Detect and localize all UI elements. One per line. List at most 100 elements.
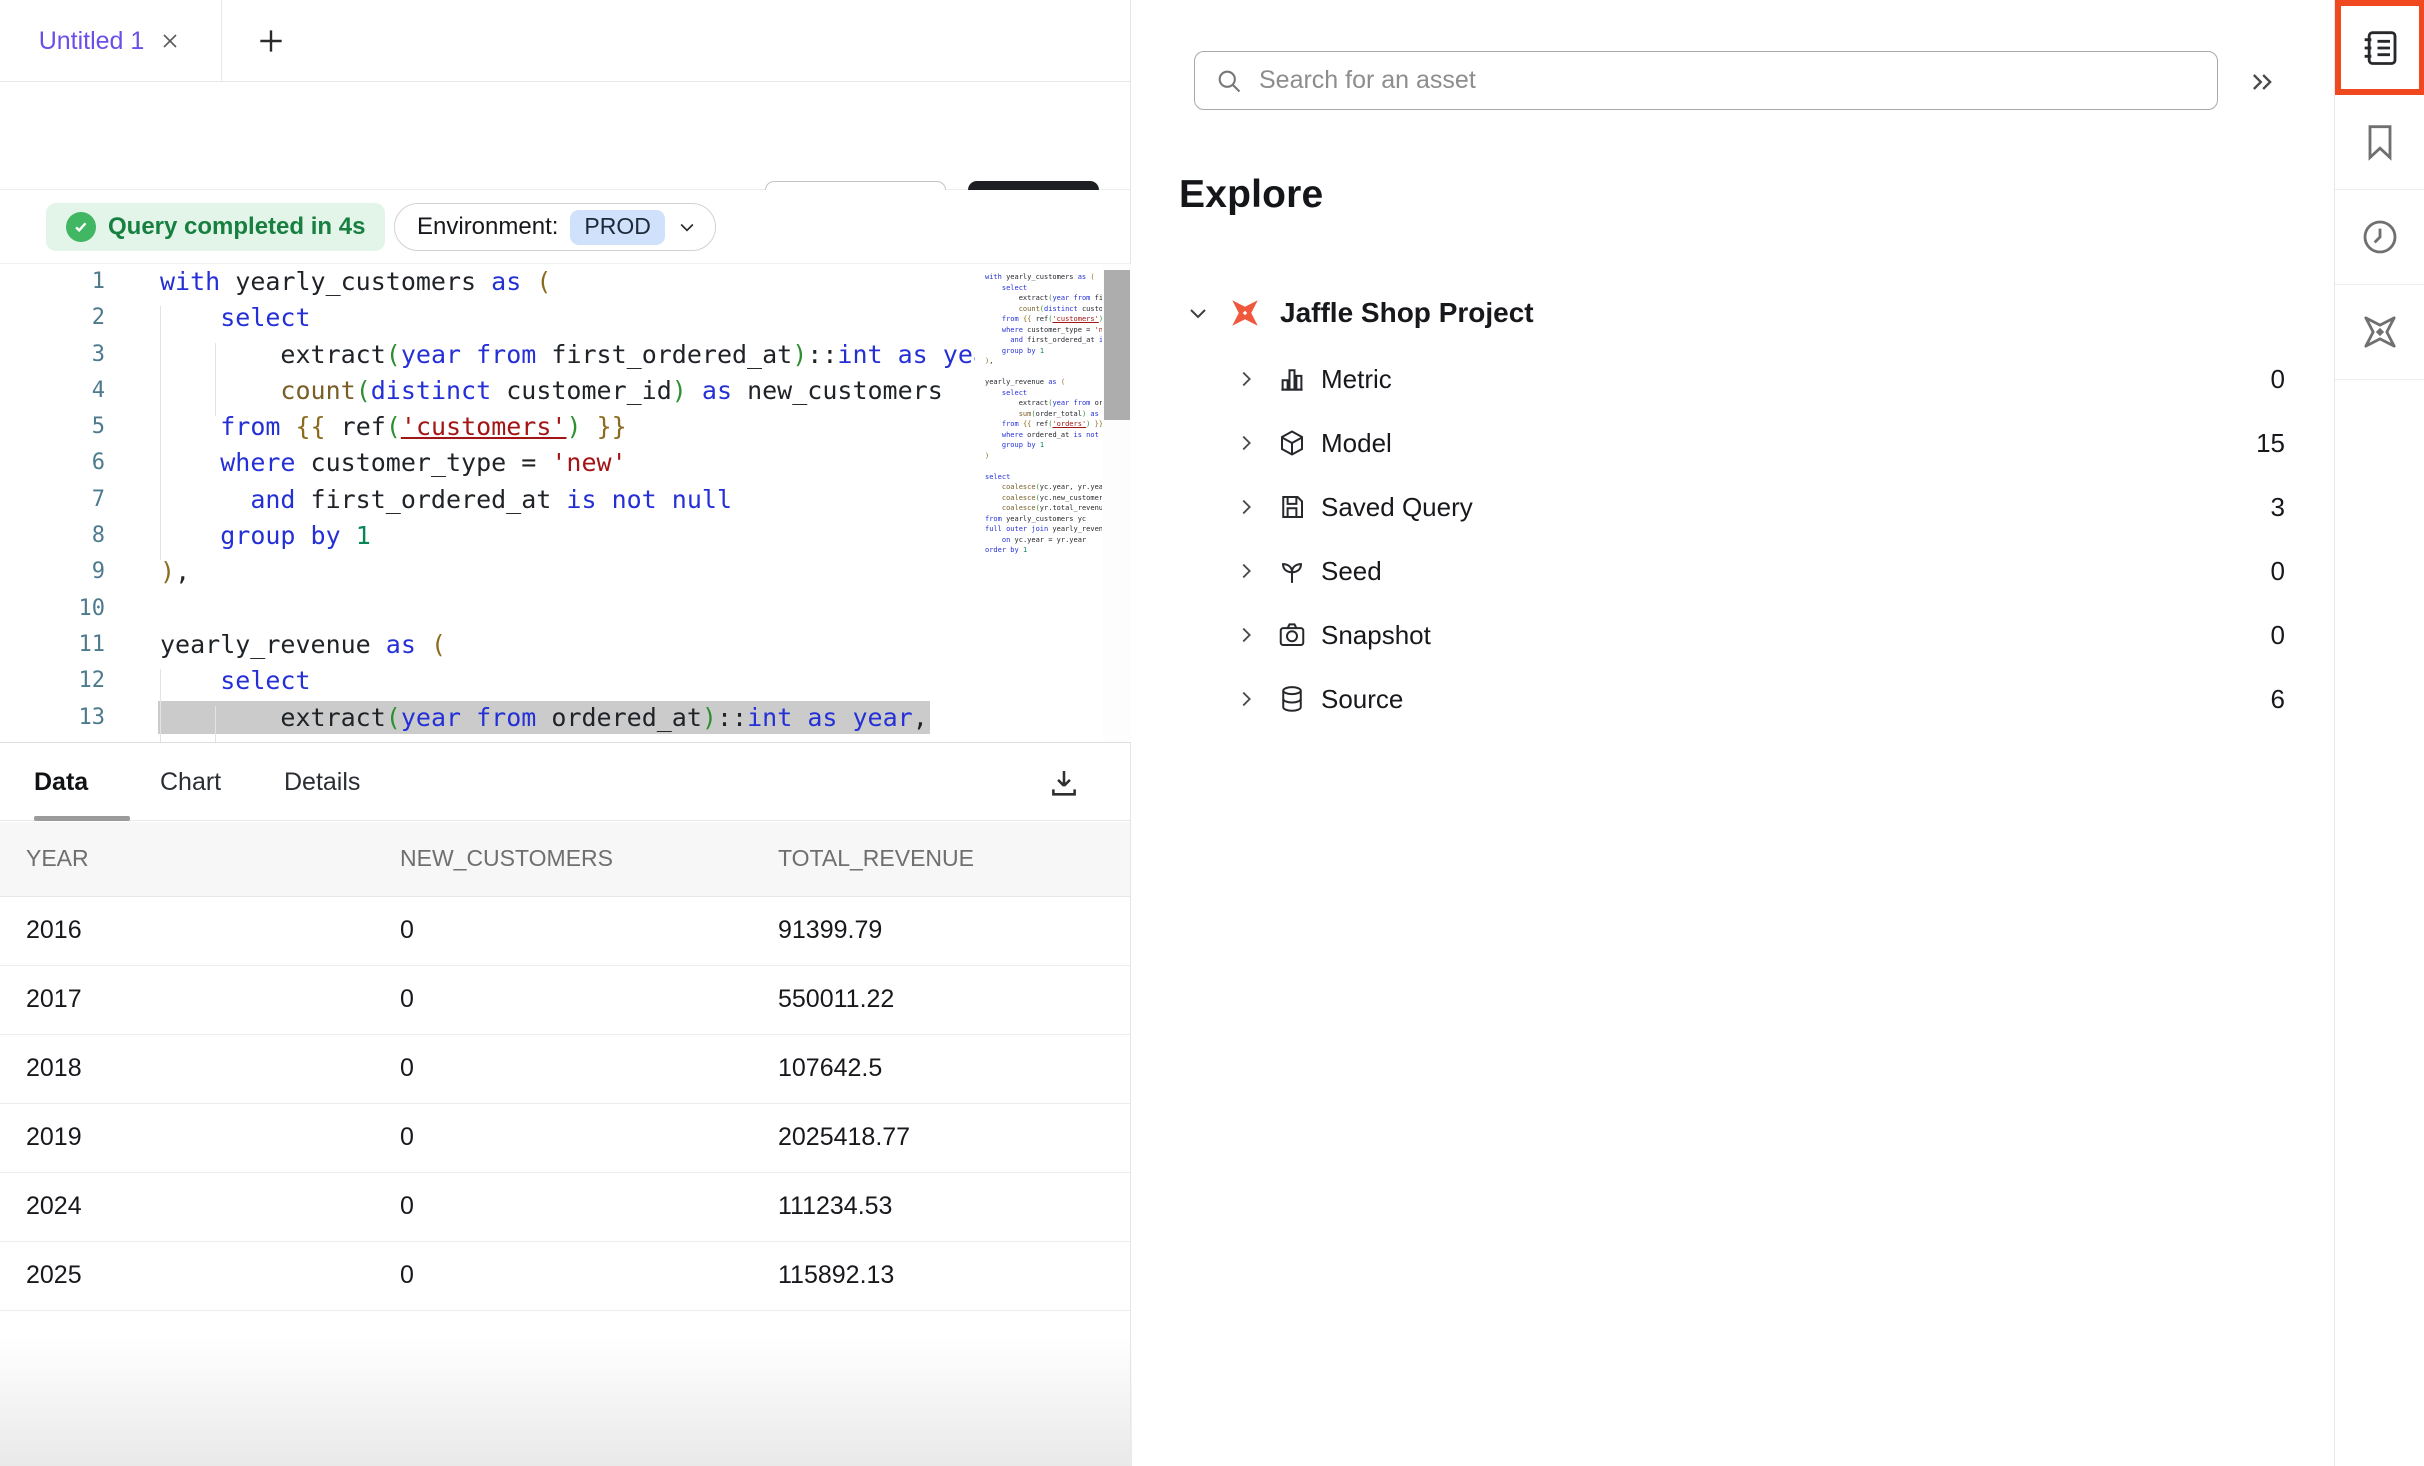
environment-value-badge: PROD — [570, 210, 664, 245]
indent-guide — [215, 706, 216, 742]
tab-chart[interactable]: Chart — [160, 743, 221, 821]
table-cell: 2019 — [0, 1103, 374, 1172]
sql-code-editor[interactable]: 1with yearly_customers as (2 select3 ext… — [0, 264, 1130, 742]
tab-details[interactable]: Details — [284, 743, 360, 821]
tree-item-snapshot[interactable]: Snapshot0 — [1132, 603, 2334, 667]
chevron-right-icon[interactable] — [1235, 432, 1261, 454]
explore-title: Explore — [1179, 173, 1323, 217]
tree-item-model[interactable]: Model 15 — [1132, 411, 2334, 475]
explore-panel: Explore Jaffle Shop Project Metric0Model… — [1132, 0, 2334, 1466]
table-cell: 0 — [374, 1172, 752, 1241]
code-line-3: 3 extract(year from first_ordered_at)::i… — [0, 337, 1130, 373]
column-header: TOTAL_REVENUE — [752, 822, 1130, 896]
editor-pane: Untitled 1 Develop Run Query — [0, 0, 1131, 1466]
project-tree-root[interactable]: Jaffle Shop Project — [1186, 286, 1534, 340]
code-line-9: 9), — [0, 554, 1130, 590]
collapse-panel-icon[interactable] — [2240, 62, 2284, 102]
environment-select[interactable]: Environment: PROD — [394, 203, 716, 251]
table-row: 20250115892.13 — [0, 1241, 1130, 1310]
tree-item-label: Seed — [1321, 556, 1382, 587]
project-name: Jaffle Shop Project — [1280, 297, 1534, 329]
tree-item-metric[interactable]: Metric0 — [1132, 347, 2334, 411]
new-tab-button[interactable] — [236, 0, 306, 82]
sidebar-button-bookmark[interactable] — [2335, 95, 2424, 190]
asset-search-box[interactable] — [1194, 51, 2218, 110]
indent-guide — [160, 669, 161, 742]
metric-icon — [1277, 364, 1307, 394]
environment-label: Environment: — [417, 213, 558, 241]
tree-item-label: Metric — [1321, 364, 1392, 395]
code-line-4: 4 count(distinct customer_id) as new_cus… — [0, 373, 1130, 409]
table-cell: 0 — [374, 965, 752, 1034]
table-cell: 2017 — [0, 965, 374, 1034]
snapshot-icon — [1277, 620, 1307, 650]
tree-item-saved-query[interactable]: Saved Query3 — [1132, 475, 2334, 539]
code-line-5: 5 from {{ ref('customers') }} — [0, 409, 1130, 445]
tree-item-label: Snapshot — [1321, 620, 1431, 651]
tab-untitled-1[interactable]: Untitled 1 — [0, 0, 222, 82]
table-cell: 550011.22 — [752, 965, 1130, 1034]
chevron-right-icon[interactable] — [1235, 560, 1261, 582]
code-line-10: 10 — [0, 591, 1130, 627]
tree-item-count: 0 — [2271, 556, 2285, 587]
code-line-1: 1with yearly_customers as ( — [0, 264, 1130, 300]
indent-guide — [215, 343, 216, 416]
model-icon — [1277, 428, 1307, 458]
chevron-right-icon[interactable] — [1235, 496, 1261, 518]
table-row: 20180107642.5 — [0, 1034, 1130, 1103]
indent-guide — [160, 306, 161, 560]
table-cell: 2016 — [0, 896, 374, 965]
table-cell: 115892.13 — [752, 1241, 1130, 1310]
table-row: 2016091399.79 — [0, 896, 1130, 965]
tab-label: Untitled 1 — [39, 27, 145, 56]
seed-icon — [1277, 556, 1307, 586]
download-results-button[interactable] — [1040, 759, 1088, 807]
tree-item-count: 3 — [2271, 492, 2285, 523]
search-input[interactable] — [1259, 66, 2139, 95]
table-header-row: YEARNEW_CUSTOMERSTOTAL_REVENUE — [0, 822, 1130, 896]
code-lines: 1with yearly_customers as (2 select3 ext… — [0, 264, 1130, 736]
close-tab-icon[interactable] — [158, 29, 182, 53]
results-panel: Data Chart Details YEARNEW_CUSTOMERSTOTA… — [0, 742, 1130, 1466]
right-icon-sidebar — [2334, 0, 2424, 1466]
asset-tree: Metric0 Model 15 Saved Query3 Seed 0 Snapshot0… — [1132, 347, 2334, 731]
tab-bar: Untitled 1 — [0, 0, 1130, 82]
bookmark-icon — [2360, 122, 2400, 162]
dbt-logo — [1228, 296, 1262, 330]
search-icon — [1215, 67, 1243, 95]
table-cell: 2024 — [0, 1172, 374, 1241]
tree-item-label: Model — [1321, 428, 1392, 459]
table-cell: 2025 — [0, 1241, 374, 1310]
sidebar-button-dbt-logo[interactable] — [2335, 285, 2424, 380]
sidebar-button-history[interactable] — [2335, 190, 2424, 285]
chevron-right-icon[interactable] — [1235, 688, 1261, 710]
dbt-logo-icon — [2360, 312, 2400, 352]
minimap-code: with yearly_customers as ( select extrac… — [975, 264, 1102, 556]
chevron-down-icon — [677, 217, 697, 237]
history-icon — [2360, 217, 2400, 257]
query-status-badge: Query completed in 4s — [46, 203, 385, 251]
source-icon — [1277, 684, 1307, 714]
query-status-row: Query completed in 4s Environment: PROD — [0, 190, 1130, 264]
table-cell: 0 — [374, 1103, 752, 1172]
tree-item-seed[interactable]: Seed 0 — [1132, 539, 2334, 603]
table-cell: 107642.5 — [752, 1034, 1130, 1103]
chevron-right-icon[interactable] — [1235, 368, 1261, 390]
editor-scrollbar[interactable] — [1103, 264, 1131, 742]
table-cell: 2025418.77 — [752, 1103, 1130, 1172]
code-line-8: 8 group by 1 — [0, 518, 1130, 554]
plus-icon — [255, 25, 287, 57]
tree-item-source[interactable]: Source6 — [1132, 667, 2334, 731]
chevron-right-icon[interactable] — [1235, 624, 1261, 646]
download-icon — [1047, 766, 1081, 800]
tab-data[interactable]: Data — [34, 743, 88, 821]
column-header: YEAR — [0, 822, 374, 896]
catalog-icon — [2360, 28, 2400, 68]
active-tab-underline — [34, 816, 130, 821]
sidebar-button-catalog[interactable] — [2335, 0, 2424, 95]
table-cell: 91399.79 — [752, 896, 1130, 965]
scrollbar-thumb[interactable] — [1104, 270, 1130, 420]
tree-item-count: 15 — [2256, 428, 2285, 459]
tree-item-count: 6 — [2271, 684, 2285, 715]
editor-minimap[interactable]: with yearly_customers as ( select extrac… — [975, 264, 1102, 742]
